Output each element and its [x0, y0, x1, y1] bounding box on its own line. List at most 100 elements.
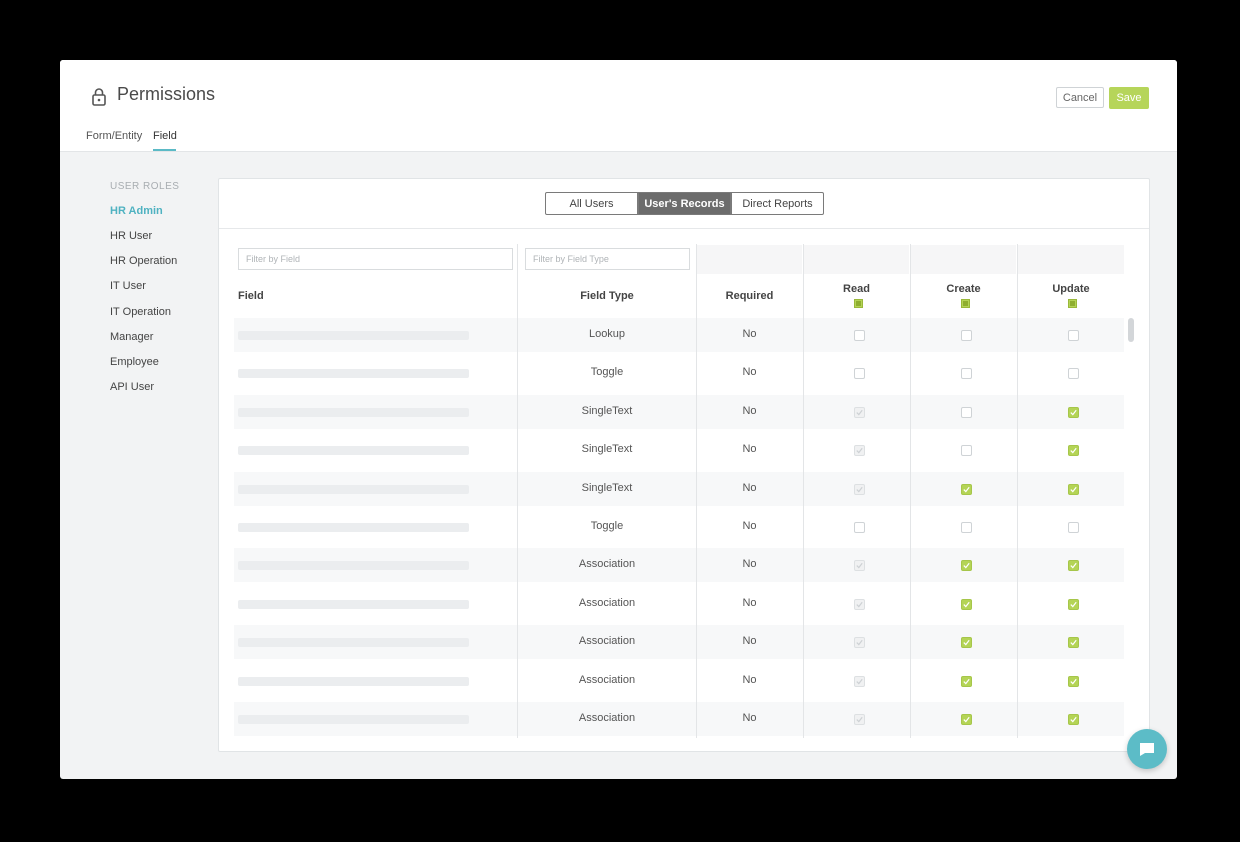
table-row: Association No: [234, 664, 1124, 698]
field-type-cell: Association: [578, 597, 636, 609]
update-permission-checkbox[interactable]: [1068, 368, 1079, 379]
read-permission-checkbox: [854, 637, 865, 648]
header-bg-update: [1018, 245, 1124, 274]
create-permission-checkbox[interactable]: [961, 637, 972, 648]
update-permission-checkbox[interactable]: [1068, 676, 1079, 687]
create-permission-checkbox[interactable]: [961, 714, 972, 725]
sidebar-item-hr-admin[interactable]: HR Admin: [110, 205, 163, 217]
field-type-cell: SingleText: [581, 482, 633, 494]
required-cell: No: [742, 520, 757, 532]
read-permission-checkbox: [854, 445, 865, 456]
record-scope-segmented-control: All Users User's Records Direct Reports: [545, 192, 824, 215]
field-type-cell: SingleText: [581, 405, 633, 417]
column-header-read: Read: [843, 283, 870, 295]
cancel-button[interactable]: Cancel: [1056, 87, 1104, 108]
chat-widget-button[interactable]: [1127, 729, 1167, 769]
field-name-placeholder: [238, 638, 469, 647]
update-permission-checkbox[interactable]: [1068, 599, 1079, 610]
sidebar-item-manager[interactable]: Manager: [110, 331, 153, 343]
sidebar-item-api-user[interactable]: API User: [110, 381, 154, 393]
filter-by-field-input[interactable]: [238, 248, 513, 270]
field-type-cell: Toggle: [590, 366, 624, 378]
field-name-placeholder: [238, 369, 469, 378]
update-permission-checkbox[interactable]: [1068, 560, 1079, 571]
create-permission-checkbox[interactable]: [961, 445, 972, 456]
field-type-cell: Association: [578, 635, 636, 647]
panel-divider: [219, 228, 1149, 229]
table-row: Toggle No: [234, 356, 1124, 390]
create-permission-checkbox[interactable]: [961, 522, 972, 533]
update-permission-checkbox[interactable]: [1068, 330, 1079, 341]
column-header-required: Required: [725, 290, 774, 302]
tab-form-entity[interactable]: Form/Entity: [86, 130, 142, 142]
update-permission-checkbox[interactable]: [1068, 522, 1079, 533]
header-bg-required: [697, 245, 802, 274]
update-permission-checkbox[interactable]: [1068, 445, 1079, 456]
header-bg-read: [804, 245, 909, 274]
required-cell: No: [742, 597, 757, 609]
table-row: Association No: [234, 587, 1124, 621]
create-permission-checkbox[interactable]: [961, 599, 972, 610]
create-permission-checkbox[interactable]: [961, 368, 972, 379]
table-scrollbar[interactable]: [1128, 318, 1134, 342]
required-cell: No: [742, 443, 757, 455]
update-permission-checkbox[interactable]: [1068, 407, 1079, 418]
read-permission-checkbox: [854, 714, 865, 725]
read-permission-checkbox[interactable]: [854, 330, 865, 341]
field-name-placeholder: [238, 446, 469, 455]
field-name-placeholder: [238, 331, 469, 340]
header-bg-create: [911, 245, 1016, 274]
required-cell: No: [742, 674, 757, 686]
create-permission-checkbox[interactable]: [961, 330, 972, 341]
field-type-cell: Toggle: [590, 520, 624, 532]
save-button[interactable]: Save: [1109, 87, 1149, 109]
column-divider: [517, 244, 518, 738]
required-cell: No: [742, 405, 757, 417]
required-cell: No: [742, 712, 757, 724]
required-cell: No: [742, 635, 757, 647]
segment-direct-reports[interactable]: Direct Reports: [731, 192, 824, 215]
column-header-create: Create: [946, 283, 981, 295]
sidebar-item-it-operation[interactable]: IT Operation: [110, 306, 171, 318]
read-permission-checkbox: [854, 676, 865, 687]
field-name-placeholder: [238, 408, 469, 417]
sidebar-item-employee[interactable]: Employee: [110, 356, 159, 368]
field-name-placeholder: [238, 715, 469, 724]
create-permission-checkbox[interactable]: [961, 560, 972, 571]
tab-field[interactable]: Field: [153, 130, 177, 142]
update-permission-checkbox[interactable]: [1068, 484, 1079, 495]
lock-icon: [92, 88, 106, 106]
read-permission-checkbox: [854, 484, 865, 495]
update-permission-checkbox[interactable]: [1068, 714, 1079, 725]
segment-all-users[interactable]: All Users: [545, 192, 638, 215]
field-name-placeholder: [238, 485, 469, 494]
read-select-all-checkbox[interactable]: [854, 299, 863, 308]
field-type-cell: SingleText: [581, 443, 633, 455]
chat-icon: [1140, 743, 1154, 756]
create-permission-checkbox[interactable]: [961, 484, 972, 495]
column-header-field-type: Field Type: [580, 290, 634, 302]
required-cell: No: [742, 482, 757, 494]
create-select-all-checkbox[interactable]: [961, 299, 970, 308]
user-roles-heading: USER ROLES: [110, 181, 180, 192]
read-permission-checkbox[interactable]: [854, 522, 865, 533]
field-type-cell: Lookup: [588, 328, 626, 340]
column-divider: [1017, 244, 1018, 738]
update-select-all-checkbox[interactable]: [1068, 299, 1077, 308]
create-permission-checkbox[interactable]: [961, 676, 972, 687]
field-type-cell: Association: [578, 712, 636, 724]
filter-by-field-type-input[interactable]: [525, 248, 690, 270]
read-permission-checkbox[interactable]: [854, 368, 865, 379]
sidebar-item-hr-operation[interactable]: HR Operation: [110, 255, 177, 267]
create-permission-checkbox[interactable]: [961, 407, 972, 418]
table-row: Association No: [234, 548, 1124, 582]
field-type-cell: Association: [578, 674, 636, 686]
read-permission-checkbox: [854, 599, 865, 610]
field-name-placeholder: [238, 600, 469, 609]
sidebar-item-it-user[interactable]: IT User: [110, 280, 146, 292]
update-permission-checkbox[interactable]: [1068, 637, 1079, 648]
segment-users-records[interactable]: User's Records: [638, 192, 731, 215]
sidebar-item-hr-user[interactable]: HR User: [110, 230, 152, 242]
table-row: Toggle No: [234, 510, 1124, 544]
column-divider: [803, 244, 804, 738]
